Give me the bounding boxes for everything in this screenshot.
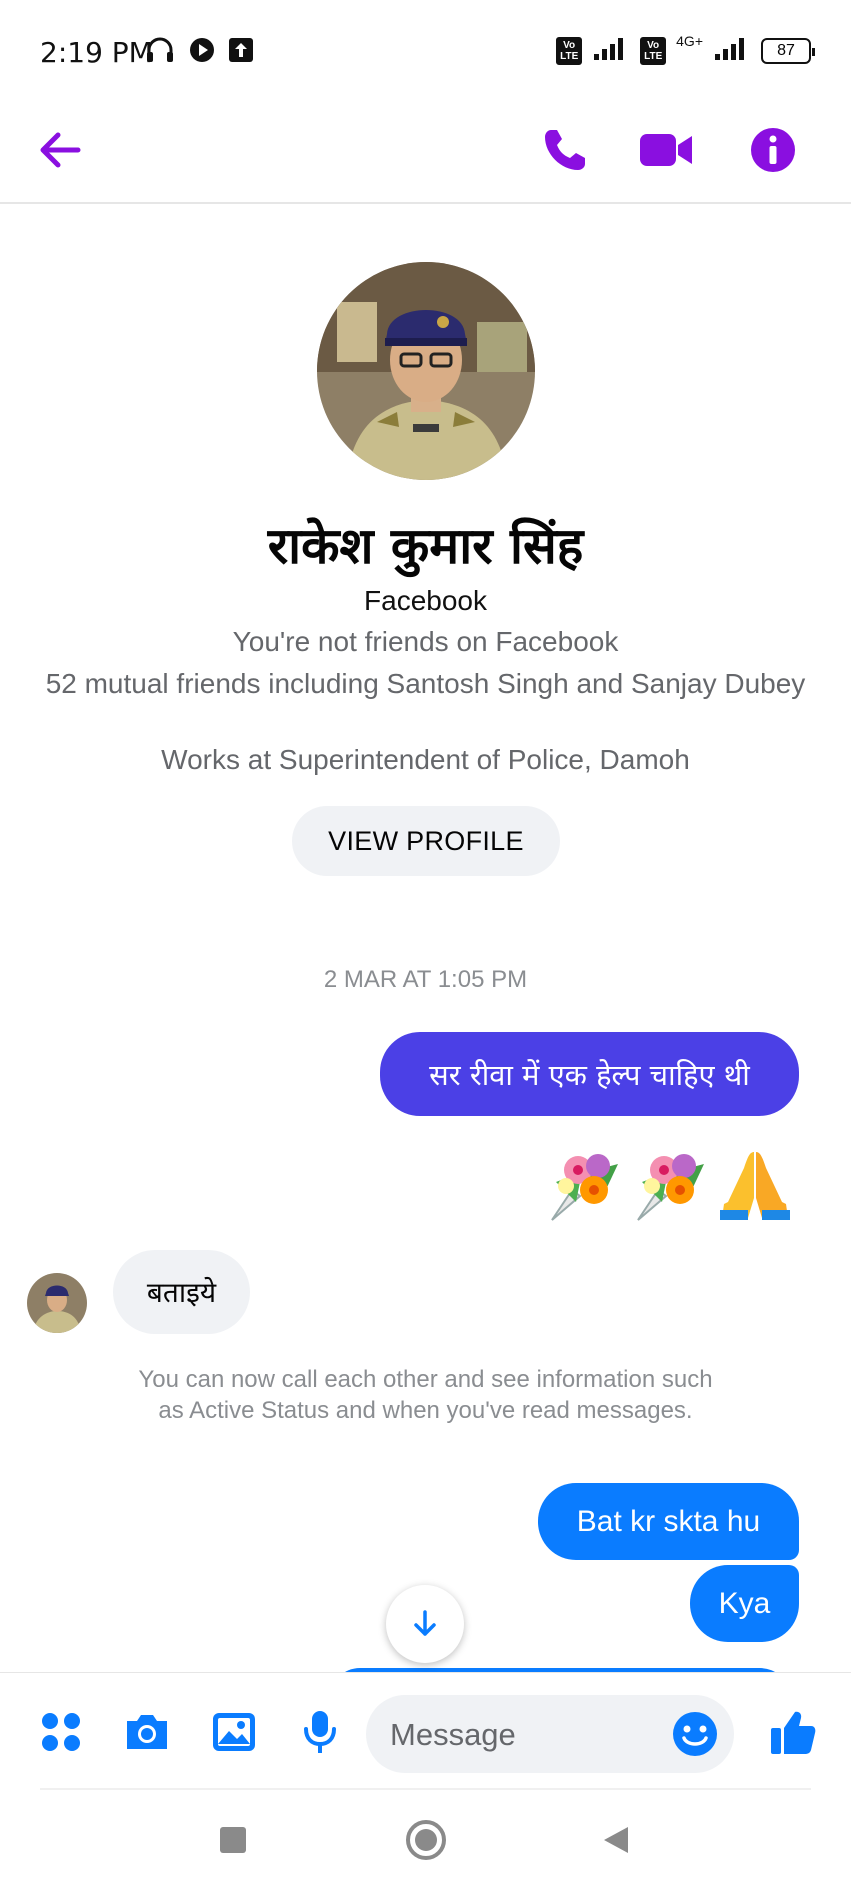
grid-dots-icon bbox=[42, 1713, 80, 1751]
signal-icon-2 bbox=[713, 34, 751, 67]
work-info: Works at Superintendent of Police, Damoh bbox=[161, 744, 690, 775]
signal-icon bbox=[592, 34, 630, 67]
square-icon bbox=[220, 1827, 246, 1853]
scroll-to-bottom-button[interactable] bbox=[386, 1585, 464, 1663]
volte-icon-2: Vo LTE bbox=[640, 36, 667, 65]
smiley-icon bbox=[673, 1712, 717, 1756]
message-timestamp: 2 MAR AT 1:05 PM bbox=[323, 966, 528, 993]
mutual-friends: 52 mutual friends including Santosh Sing… bbox=[45, 668, 806, 699]
video-call-button[interactable] bbox=[637, 120, 697, 180]
video-camera-icon bbox=[640, 134, 692, 166]
profile-source: Facebook bbox=[364, 585, 487, 616]
message-placeholder: Message bbox=[390, 1717, 516, 1752]
network-type: 4G+ bbox=[676, 32, 703, 49]
chat-header bbox=[0, 100, 851, 204]
triangle-back-icon bbox=[604, 1827, 628, 1853]
friend-status: You're not friends on Facebook bbox=[232, 626, 619, 657]
info-button[interactable] bbox=[743, 120, 803, 180]
voice-message-button[interactable] bbox=[295, 1707, 345, 1757]
phone-icon bbox=[545, 130, 585, 170]
status-time: 2:19 PM bbox=[40, 36, 153, 69]
outgoing-message[interactable]: Kya bbox=[690, 1565, 799, 1642]
system-notice: You can now call each other and see info… bbox=[138, 1366, 713, 1424]
message-composer: Message bbox=[0, 1672, 851, 1790]
incoming-message[interactable]: बताइये bbox=[113, 1250, 250, 1334]
recents-button[interactable] bbox=[205, 1812, 261, 1868]
back-button[interactable] bbox=[30, 120, 90, 180]
arrow-down-icon bbox=[414, 1610, 436, 1636]
headphones-icon bbox=[145, 36, 175, 69]
info-icon bbox=[751, 128, 795, 172]
outgoing-message[interactable]: Bat kr skta hu bbox=[538, 1483, 799, 1560]
outgoing-emoji-message[interactable] bbox=[540, 1140, 798, 1226]
play-icon bbox=[189, 37, 215, 68]
bouquet-icon bbox=[540, 1140, 626, 1226]
profile-avatar[interactable] bbox=[317, 262, 535, 480]
system-navigation-bar bbox=[0, 1790, 851, 1890]
folded-hands-icon bbox=[712, 1140, 798, 1226]
system-back-button[interactable] bbox=[588, 1812, 644, 1868]
image-icon bbox=[213, 1713, 255, 1751]
home-button[interactable] bbox=[398, 1812, 454, 1868]
status-system-icons: Vo LTE Vo LTE 4G+ 87 bbox=[556, 32, 815, 67]
volte-icon: Vo LTE bbox=[556, 36, 583, 65]
status-notification-icons bbox=[145, 36, 253, 69]
gallery-button[interactable] bbox=[209, 1707, 259, 1757]
audio-call-button[interactable] bbox=[535, 120, 595, 180]
like-button[interactable] bbox=[768, 1707, 818, 1757]
bouquet-icon bbox=[626, 1140, 712, 1226]
outgoing-message[interactable]: सर रीवा में एक हेल्प चाहिए थी bbox=[380, 1032, 799, 1116]
profile-name: राकेश कुमार सिंह bbox=[267, 517, 584, 575]
status-bar: 2:19 PM Vo LTE Vo LTE 4G+ 87 bbox=[0, 0, 851, 100]
emoji-button[interactable] bbox=[670, 1709, 720, 1759]
upload-icon bbox=[229, 38, 253, 67]
camera-icon bbox=[127, 1715, 167, 1749]
sender-avatar[interactable] bbox=[27, 1273, 87, 1333]
arrow-left-icon bbox=[40, 132, 81, 168]
more-actions-button[interactable] bbox=[36, 1707, 86, 1757]
camera-button[interactable] bbox=[122, 1707, 172, 1757]
circle-icon bbox=[406, 1820, 446, 1860]
microphone-icon bbox=[304, 1711, 336, 1753]
thumbs-up-icon bbox=[771, 1711, 816, 1754]
battery-indicator: 87 bbox=[761, 37, 815, 64]
view-profile-button[interactable]: VIEW PROFILE bbox=[292, 806, 560, 876]
message-input[interactable]: Message bbox=[366, 1695, 734, 1773]
